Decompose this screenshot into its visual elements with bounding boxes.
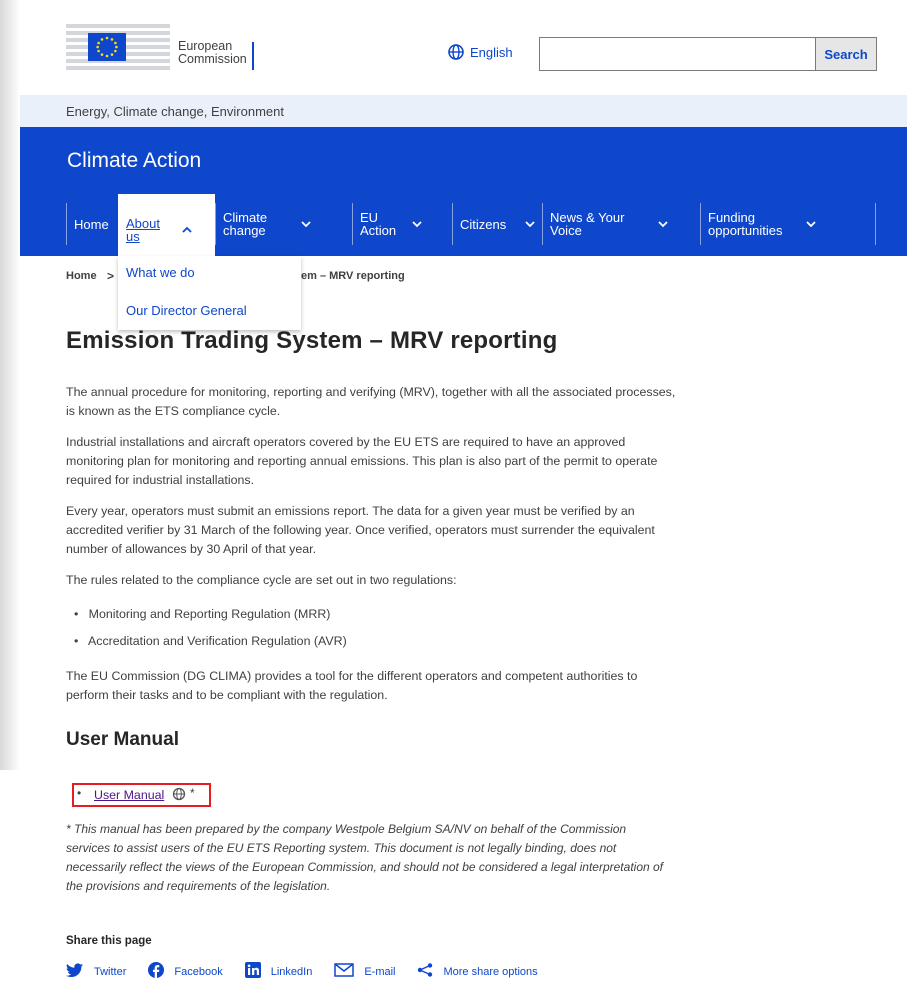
page-title: Emission Trading System – MRV reporting xyxy=(66,327,558,354)
share-bar: Twitter Facebook LinkedIn E-mail More sh… xyxy=(66,962,560,981)
share-email[interactable]: E-mail xyxy=(334,963,395,980)
share-linkedin[interactable]: LinkedIn xyxy=(244,962,312,981)
nav-news-your-voice[interactable]: News & Your Voice xyxy=(542,203,700,245)
share-facebook[interactable]: Facebook xyxy=(148,962,223,981)
asterisk: * xyxy=(190,786,195,800)
about-us-dropdown: What we do Our Director General xyxy=(118,256,301,330)
breadcrumb-separator: > xyxy=(107,269,115,283)
site-title-band: Climate Action Home About us Climate cha… xyxy=(20,127,907,256)
paragraph: Every year, operators must submit an emi… xyxy=(66,504,655,556)
main-navigation: Home About us Climate change EU Action C… xyxy=(66,194,876,256)
search-button[interactable]: Search xyxy=(816,37,877,71)
list-item: • Monitoring and Reporting Regulation (M… xyxy=(74,607,331,621)
paragraph: The annual procedure for monitoring, rep… xyxy=(66,385,676,418)
eu-flag-icon xyxy=(88,33,126,61)
section-title: User Manual xyxy=(66,729,179,750)
list-item: • Accreditation and Verification Regulat… xyxy=(74,634,347,648)
paragraph: The EU Commission (DG CLIMA) provides a … xyxy=(66,669,638,702)
ec-logo[interactable]: European Commission xyxy=(66,24,266,72)
nav-funding-opportunities[interactable]: Funding opportunities xyxy=(700,203,875,245)
language-label: English xyxy=(470,44,513,60)
chevron-down-icon xyxy=(658,218,668,231)
nav-home[interactable]: Home xyxy=(66,203,118,245)
dropdown-item-director-general[interactable]: Our Director General xyxy=(126,303,247,318)
paragraph: The rules related to the compliance cycl… xyxy=(66,573,457,587)
chevron-down-icon xyxy=(525,218,535,231)
nav-about-us[interactable]: About us xyxy=(118,194,215,256)
nav-citizens[interactable]: Citizens xyxy=(452,203,542,245)
email-icon xyxy=(334,963,355,980)
share-title: Share this page xyxy=(66,935,152,947)
share-more-options[interactable]: More share options xyxy=(417,963,538,980)
share-twitter[interactable]: Twitter xyxy=(66,963,126,980)
site-header: European Commission English Search xyxy=(20,0,907,95)
regulations-list: • Monitoring and Reporting Regulation (M… xyxy=(66,601,676,655)
nav-climate-change[interactable]: Climate change xyxy=(215,203,352,245)
main-content: Emission Trading System – MRV reporting … xyxy=(66,326,676,751)
nav-eu-action[interactable]: EU Action xyxy=(352,203,452,245)
breadcrumb-home[interactable]: Home xyxy=(66,270,97,282)
site-title[interactable]: Climate Action xyxy=(67,149,201,173)
nav-divider xyxy=(875,203,876,245)
paragraph: Industrial installations and aircraft op… xyxy=(66,435,658,487)
twitter-icon xyxy=(66,963,84,980)
left-gutter xyxy=(0,0,20,770)
user-manual-link[interactable]: User Manual xyxy=(94,788,164,802)
logo-text: European Commission xyxy=(178,39,247,66)
facebook-icon xyxy=(148,962,165,981)
dropdown-item-what-we-do[interactable]: What we do xyxy=(126,265,195,280)
external-link-icon xyxy=(172,787,186,806)
search-input[interactable] xyxy=(539,37,816,71)
chevron-down-icon xyxy=(301,218,311,231)
chevron-down-icon xyxy=(806,218,816,231)
breadcrumb-current: em – MRV reporting xyxy=(301,270,405,282)
globe-icon xyxy=(448,44,464,60)
language-selector[interactable]: English xyxy=(448,44,513,60)
logo-bar xyxy=(252,42,254,70)
bullet: • xyxy=(77,786,82,800)
site-bar: Energy, Climate change, Environment xyxy=(20,95,907,127)
share-icon xyxy=(417,963,433,980)
chevron-down-icon xyxy=(412,218,422,231)
site-bar-text: Energy, Climate change, Environment xyxy=(66,104,284,119)
linkedin-icon xyxy=(244,962,261,981)
chevron-up-icon xyxy=(182,223,192,236)
disclaimer-note: * This manual has been prepared by the c… xyxy=(66,822,664,893)
